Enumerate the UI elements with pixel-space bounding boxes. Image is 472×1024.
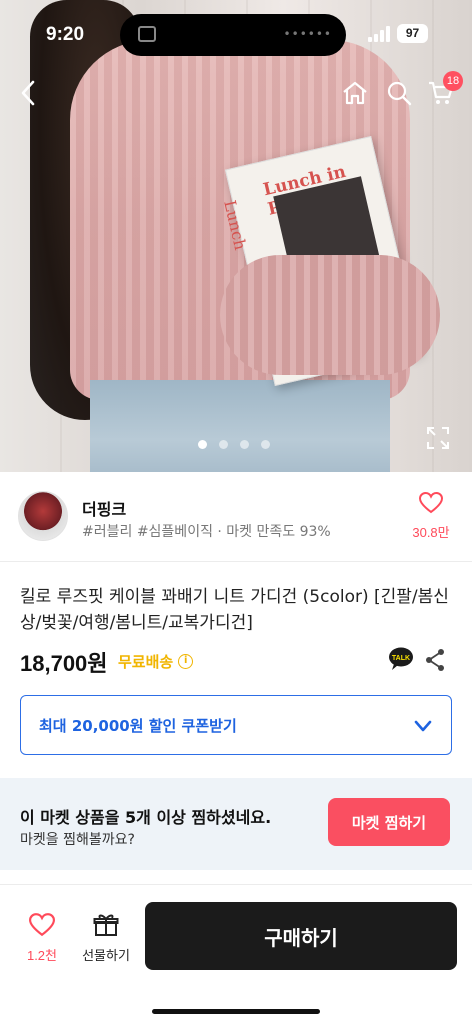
share-icon [426,649,444,671]
kakao-talk-button[interactable]: TALK [388,647,414,671]
product-image[interactable]: Lunch in Paris Lunch [0,0,472,472]
image-pager[interactable] [198,440,270,449]
screen-record-icon [138,26,156,42]
like-button[interactable]: 1.2천 [20,913,64,964]
share-button[interactable] [424,648,446,672]
shipping-label: 무료배송 [118,653,174,671]
market-favorite-banner: 이 마켓 상품을 5개 이상 찜하셨네요. 마켓을 찜해볼까요? 마켓 찜하기 [0,778,472,870]
heart-icon [28,913,56,937]
status-bar: 9:20 •••••• 97 [0,0,472,70]
shop-avatar[interactable] [18,491,68,541]
market-favorite-button[interactable]: 마켓 찜하기 [328,798,450,846]
home-button[interactable] [338,76,372,110]
gift-button[interactable]: 선물하기 [78,913,134,964]
shop-favorite-button[interactable]: 30.8만 [408,491,454,541]
gift-label: 선물하기 [82,949,130,964]
product-title: 킬로 루즈핏 케이블 꽈배기 니트 가디건 (5color) [긴팔/봄신상/벚… [20,587,449,633]
favorite-count: 30.8만 [412,525,450,540]
pager-dot[interactable] [261,440,270,449]
shop-tags: #러블리 #심플베이직 · 마켓 만족도 93% [82,524,331,540]
banner-subtitle: 마켓을 찜해볼까요? [20,832,135,848]
battery-indicator: 97 [397,24,428,43]
search-button[interactable] [382,76,416,110]
dynamic-island: •••••• [120,14,346,56]
shipping-info[interactable]: 무료배송 i [118,651,194,672]
chevron-left-icon [21,80,35,106]
coupon-label: 최대 20,000원 할인 쿠폰받기 [39,716,237,735]
shop-name[interactable]: 더핑크 [82,496,126,520]
shop-info-row[interactable]: 더핑크 #러블리 #심플베이직 · 마켓 만족도 93% 30.8만 [0,472,472,562]
expand-button[interactable] [424,424,452,452]
heart-icon [418,491,444,514]
pager-dot[interactable] [240,440,249,449]
home-icon [343,81,367,105]
product-price: 18,700원 [20,651,108,676]
bottom-action-bar: 1.2천 선물하기 구매하기 [0,884,472,1024]
pager-dot[interactable] [219,440,228,449]
banner-title: 이 마켓 상품을 5개 이상 찜하셨네요. [20,808,272,827]
pager-dot[interactable] [198,440,207,449]
kakao-talk-icon: TALK [389,647,413,670]
signal-icon [368,26,392,42]
svg-text:TALK: TALK [392,655,410,662]
gift-icon [93,914,119,936]
expand-icon [427,427,449,449]
status-time: 9:20 [46,24,85,45]
cart-badge: 18 [443,71,463,91]
buy-button[interactable]: 구매하기 [145,902,457,970]
chevron-down-icon [414,720,432,732]
search-icon [387,81,412,106]
home-indicator [152,1009,320,1014]
back-button[interactable] [12,76,46,110]
info-icon[interactable]: i [178,654,194,669]
coupon-button[interactable]: 최대 20,000원 할인 쿠폰받기 [20,695,452,755]
like-count: 1.2천 [26,948,58,963]
